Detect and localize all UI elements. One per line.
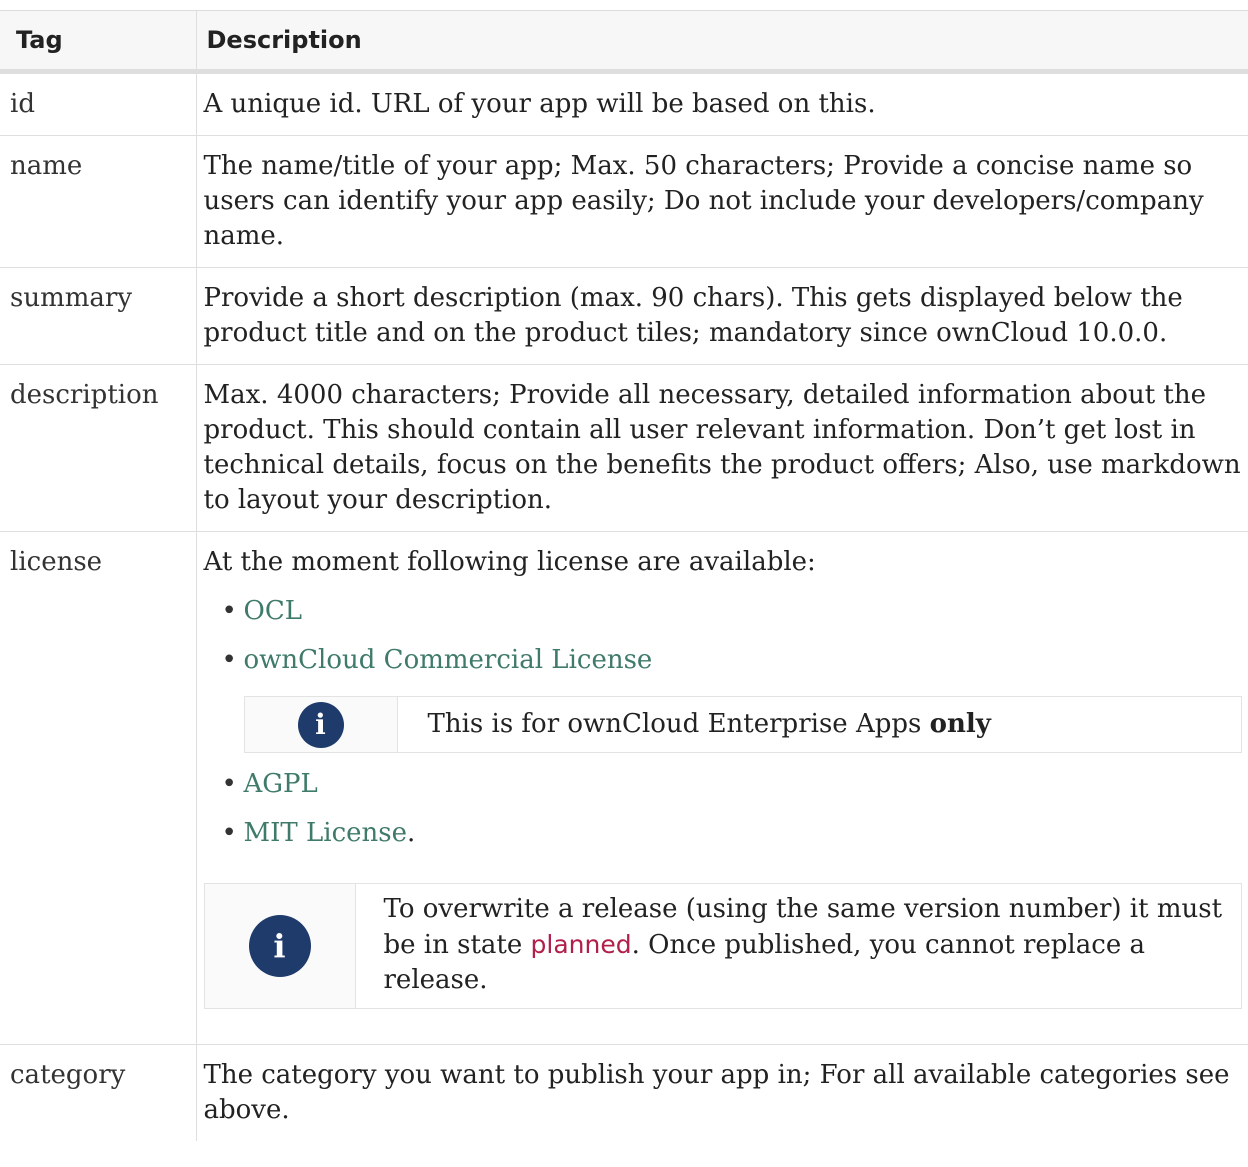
license-intro: At the moment following license are avai…	[203, 547, 816, 577]
table-row: license At the moment following license …	[0, 531, 1248, 1045]
description-cell: The category you want to publish your ap…	[196, 1044, 1248, 1141]
tag-cell: name	[0, 135, 197, 268]
table-row: summary Provide a short description (max…	[0, 267, 1248, 365]
table-row: name The name/title of your app; Max. 50…	[0, 135, 1248, 268]
table-header-row: Tag Description	[0, 10, 1248, 74]
license-link-commercial[interactable]: ownCloud Commercial License	[244, 645, 653, 675]
description-cell: A unique id. URL of your app will be bas…	[196, 71, 1248, 136]
license-link-ocl[interactable]: OCL	[244, 596, 302, 626]
list-item: AGPL	[204, 767, 1248, 802]
enterprise-note: i This is for ownCloud Enterprise Apps o…	[243, 696, 1242, 753]
list-item: OCL	[204, 594, 1248, 629]
release-note: i To overwrite a release (using the same…	[203, 883, 1242, 1009]
description-cell: The name/title of your app; Max. 50 char…	[196, 135, 1248, 268]
column-header-description: Description	[196, 10, 1248, 74]
note-emphasis: only	[929, 709, 991, 739]
state-keyword: planned	[530, 930, 632, 959]
table-row: description Max. 4000 characters; Provid…	[0, 364, 1248, 532]
list-punctuation: .	[407, 818, 416, 848]
license-list: OCL ownCloud Commercial License	[204, 594, 1248, 678]
column-header-tag: Tag	[0, 10, 197, 74]
note-text: This is for ownCloud Enterprise Apps onl…	[397, 696, 1241, 753]
tag-cell: license	[0, 531, 197, 1045]
license-link-agpl[interactable]: AGPL	[244, 769, 318, 799]
license-link-mit[interactable]: MIT License	[244, 818, 408, 848]
description-cell: Provide a short description (max. 90 cha…	[196, 267, 1248, 365]
note-text: To overwrite a release (using the same v…	[355, 883, 1241, 1009]
note-text-main: This is for ownCloud Enterprise Apps	[427, 709, 930, 739]
tag-cell: summary	[0, 267, 197, 365]
description-cell: At the moment following license are avai…	[196, 531, 1248, 1045]
license-list-continued: AGPL MIT License.	[204, 767, 1248, 851]
info-icon: i	[297, 701, 344, 748]
tag-cell: description	[0, 364, 197, 532]
info-icon: i	[248, 915, 311, 977]
table-row: category The category you want to publis…	[0, 1044, 1248, 1141]
list-item: ownCloud Commercial License	[204, 643, 1248, 678]
note-icon-cell: i	[244, 696, 398, 753]
table-row: id A unique id. URL of your app will be …	[0, 71, 1248, 136]
description-cell: Max. 4000 characters; Provide all necess…	[196, 364, 1248, 532]
list-item: MIT License.	[204, 816, 1248, 851]
tag-description-table: Tag Description id A unique id. URL of y…	[0, 10, 1248, 1141]
note-icon-cell: i	[204, 883, 356, 1009]
tag-cell: category	[0, 1044, 197, 1141]
tag-cell: id	[0, 71, 197, 136]
